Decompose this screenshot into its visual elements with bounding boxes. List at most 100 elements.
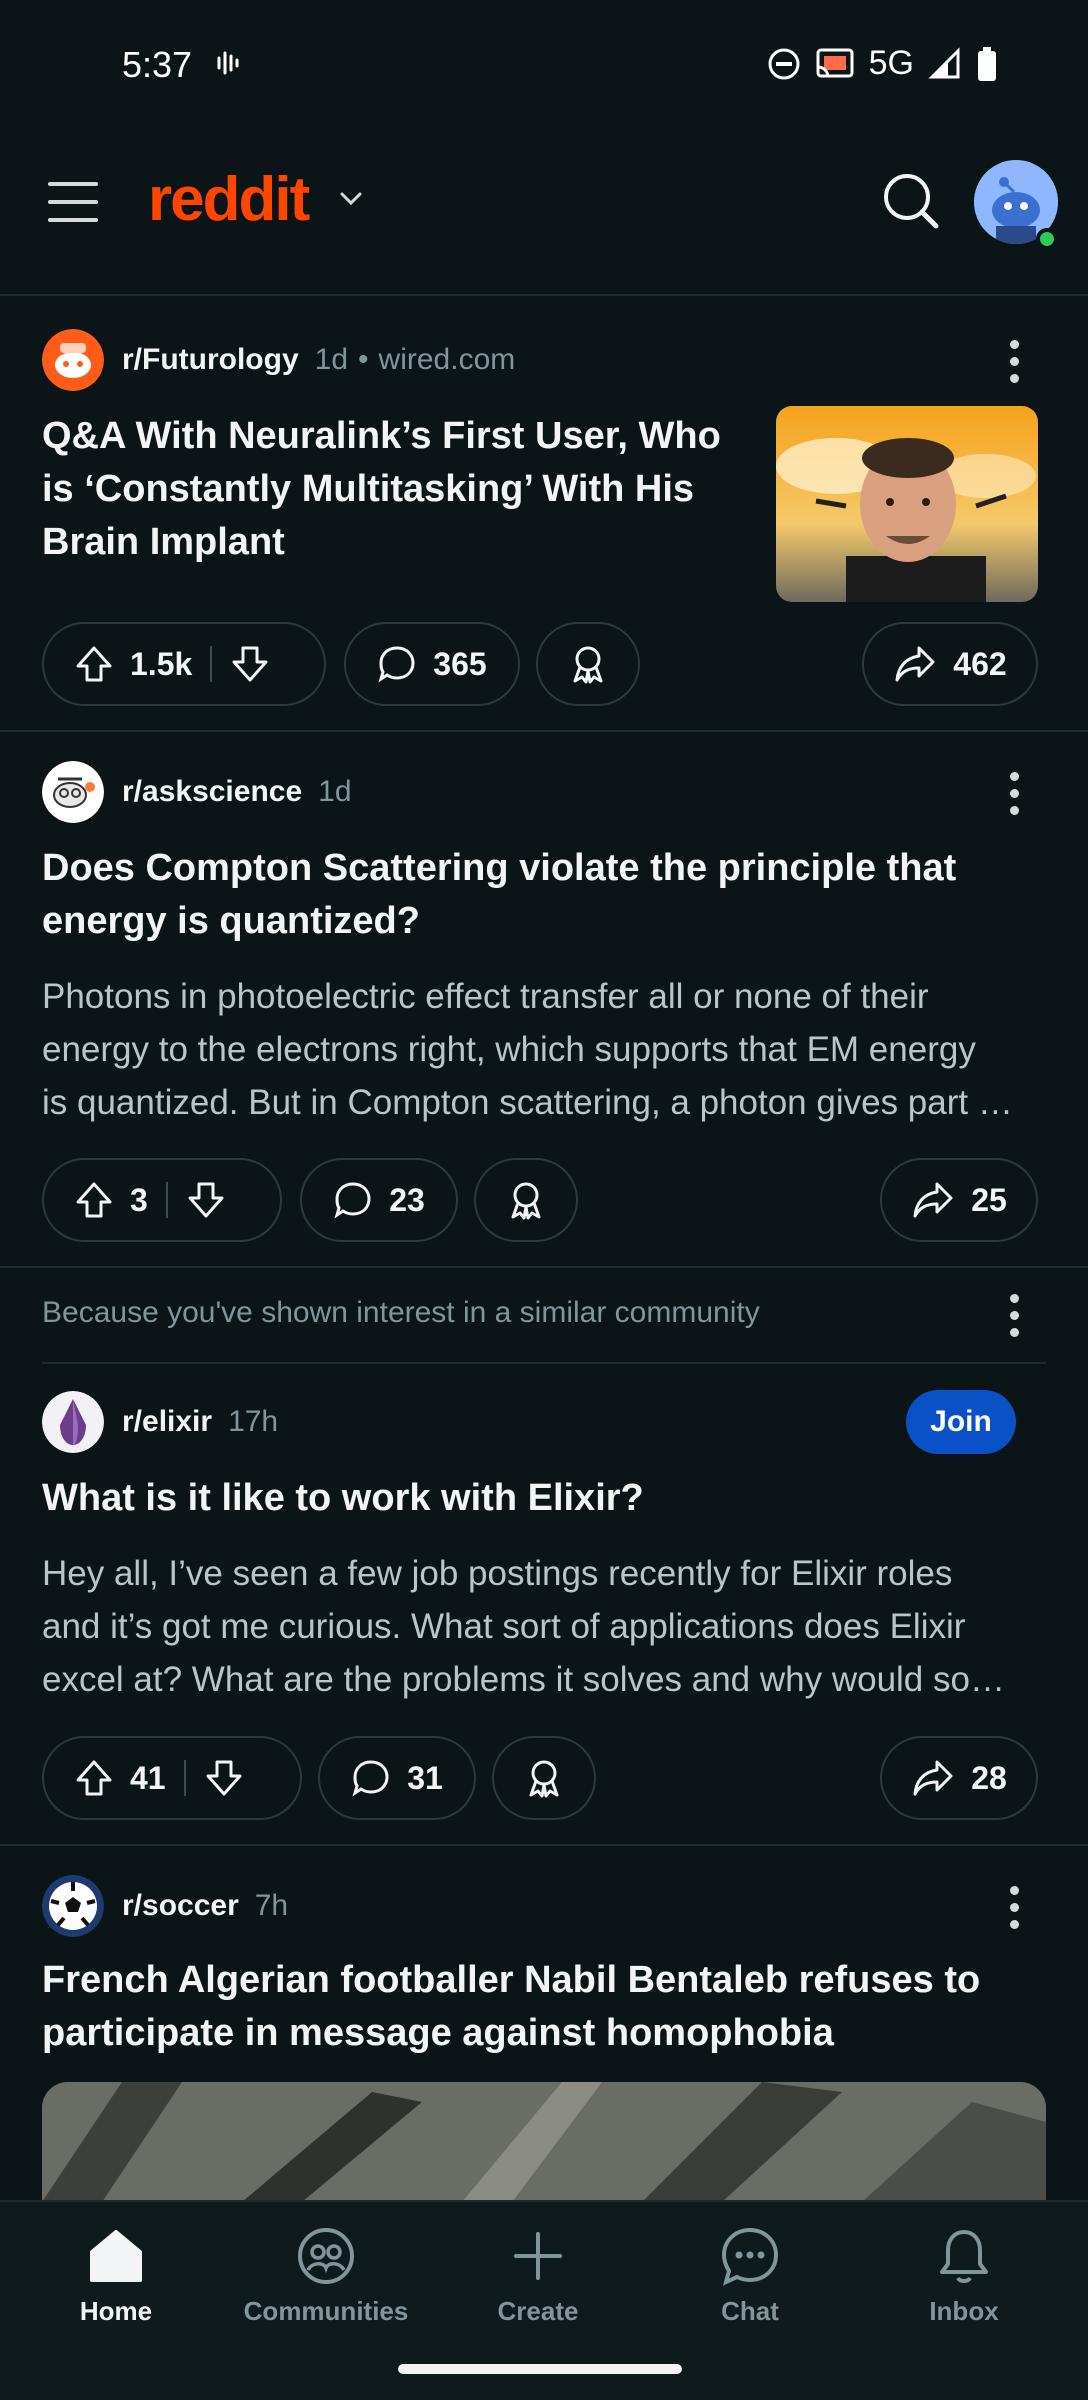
post-time: 17h bbox=[228, 1405, 279, 1438]
recommendation-reason: Because you've shown interest in a simil… bbox=[42, 1296, 760, 1329]
battery-icon bbox=[978, 46, 996, 81]
more-options-icon[interactable] bbox=[1008, 1886, 1020, 1929]
subreddit-name[interactable]: r/Futurology bbox=[122, 343, 299, 377]
post-time: 1d bbox=[318, 775, 352, 808]
more-options-icon[interactable] bbox=[1008, 340, 1020, 383]
chevron-down-icon[interactable] bbox=[336, 184, 366, 214]
award-button[interactable] bbox=[474, 1158, 578, 1242]
share-button[interactable]: 462 bbox=[862, 622, 1038, 706]
post-thumbnail[interactable] bbox=[776, 406, 1038, 602]
subreddit-avatar[interactable] bbox=[42, 761, 104, 823]
award-button[interactable] bbox=[492, 1736, 596, 1820]
reddit-logo[interactable]: reddit bbox=[148, 164, 310, 235]
subreddit-avatar[interactable] bbox=[42, 1391, 104, 1453]
more-options-icon[interactable] bbox=[1008, 1294, 1020, 1337]
subreddit-name[interactable]: r/elixir bbox=[122, 1405, 212, 1439]
post-meta: r/elixir 17h bbox=[42, 1390, 278, 1454]
join-button[interactable]: Join bbox=[906, 1390, 1016, 1454]
award-button[interactable] bbox=[536, 622, 640, 706]
share-count: 28 bbox=[971, 1759, 1007, 1796]
comment-icon bbox=[352, 1760, 389, 1797]
menu-icon[interactable] bbox=[48, 182, 98, 222]
comment-count: 23 bbox=[389, 1181, 425, 1218]
share-button[interactable]: 28 bbox=[880, 1736, 1038, 1820]
nav-label: Inbox bbox=[929, 2296, 999, 2326]
vote-count: 41 bbox=[130, 1759, 166, 1796]
post-domain[interactable]: wired.com bbox=[379, 343, 516, 377]
chat-icon bbox=[721, 2227, 779, 2286]
nav-chat[interactable]: Chat bbox=[660, 2224, 840, 2327]
comments-button[interactable]: 23 bbox=[300, 1158, 458, 1242]
comments-button[interactable]: 31 bbox=[318, 1736, 476, 1820]
communities-icon bbox=[298, 2228, 354, 2284]
upvote-icon[interactable] bbox=[74, 1180, 114, 1220]
vote-control: 1.5k bbox=[42, 622, 326, 706]
post-media-image[interactable] bbox=[42, 2082, 1046, 2202]
plus-icon bbox=[514, 2232, 562, 2280]
comment-icon bbox=[378, 646, 415, 683]
meta-separator: • bbox=[358, 343, 369, 376]
online-status-dot bbox=[1036, 228, 1058, 250]
upvote-icon[interactable] bbox=[74, 1758, 114, 1798]
downvote-icon[interactable] bbox=[204, 1758, 244, 1798]
subreddit-name[interactable]: r/soccer bbox=[122, 1889, 239, 1923]
award-icon bbox=[529, 1760, 559, 1798]
post-time: 1d bbox=[314, 343, 349, 376]
network-type: 5G bbox=[868, 44, 914, 82]
award-icon bbox=[511, 1182, 541, 1220]
comments-button[interactable]: 365 bbox=[344, 622, 520, 706]
post-meta: r/askscience 1d bbox=[42, 760, 352, 824]
post-time: 7h bbox=[254, 1889, 289, 1922]
post-body[interactable]: Hey all, I’ve seen a few job postings re… bbox=[42, 1547, 1046, 1706]
nav-label: Communities bbox=[243, 2296, 409, 2326]
comment-count: 365 bbox=[433, 645, 487, 682]
downvote-icon[interactable] bbox=[230, 644, 270, 684]
nav-label: Home bbox=[79, 2296, 153, 2326]
share-icon bbox=[913, 1760, 953, 1796]
vote-count: 3 bbox=[130, 1181, 148, 1218]
post-meta: r/Futurology 1d • wired.com bbox=[42, 328, 515, 392]
cast-icon bbox=[816, 48, 854, 77]
nav-home[interactable]: Home bbox=[26, 2224, 206, 2327]
post-title[interactable]: French Algerian footballer Nabil Bentale… bbox=[42, 1954, 1046, 2060]
app-header: reddit bbox=[0, 130, 1088, 296]
more-options-icon[interactable] bbox=[1008, 772, 1020, 815]
award-icon bbox=[573, 646, 603, 684]
status-bar: 5:37 5G bbox=[0, 0, 1088, 130]
home-indicator[interactable] bbox=[398, 2364, 682, 2374]
search-icon[interactable] bbox=[880, 170, 942, 232]
nav-communities[interactable]: Communities bbox=[236, 2224, 416, 2327]
share-button[interactable]: 25 bbox=[880, 1158, 1038, 1242]
downvote-icon[interactable] bbox=[186, 1180, 226, 1220]
post-title[interactable]: Does Compton Scattering violate the prin… bbox=[42, 842, 1046, 948]
subreddit-avatar[interactable] bbox=[42, 329, 104, 391]
nav-label: Chat bbox=[721, 2296, 779, 2326]
signal-icon bbox=[928, 46, 960, 78]
vote-control: 41 bbox=[42, 1736, 302, 1820]
status-time: 5:37 bbox=[122, 44, 193, 85]
upvote-icon[interactable] bbox=[74, 644, 114, 684]
share-count: 25 bbox=[971, 1181, 1007, 1218]
post-title[interactable]: Q&A With Neuralink’s First User, Who is … bbox=[42, 410, 762, 569]
vote-control: 3 bbox=[42, 1158, 282, 1242]
status-icons: 5G bbox=[767, 44, 998, 83]
home-icon bbox=[90, 2230, 142, 2282]
bell-icon bbox=[940, 2230, 988, 2283]
nav-inbox[interactable]: Inbox bbox=[874, 2224, 1054, 2327]
nav-label: Create bbox=[497, 2296, 579, 2326]
divider bbox=[42, 1362, 1046, 1364]
nav-create[interactable]: Create bbox=[448, 2224, 628, 2327]
share-count: 462 bbox=[953, 645, 1007, 682]
voicemail-icon bbox=[217, 51, 239, 75]
subreddit-name[interactable]: r/askscience bbox=[122, 775, 302, 809]
share-icon bbox=[913, 1182, 953, 1218]
subreddit-avatar[interactable] bbox=[42, 1875, 104, 1937]
comment-count: 31 bbox=[407, 1759, 443, 1796]
post-meta: r/soccer 7h bbox=[42, 1874, 288, 1938]
vote-count: 1.5k bbox=[130, 645, 193, 682]
dnd-icon bbox=[768, 48, 800, 79]
comment-icon bbox=[334, 1182, 371, 1219]
post-title[interactable]: What is it like to work with Elixir? bbox=[42, 1472, 1046, 1525]
post-body[interactable]: Photons in photoelectric effect transfer… bbox=[42, 970, 1046, 1129]
share-icon bbox=[895, 646, 935, 682]
